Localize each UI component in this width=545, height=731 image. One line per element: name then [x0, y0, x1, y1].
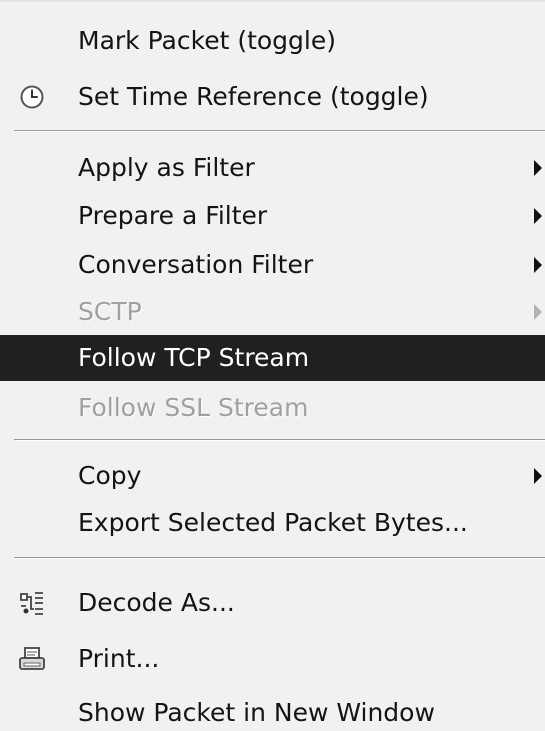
- menu-separator: [14, 439, 545, 441]
- menu-item-mark-packet[interactable]: Mark Packet (toggle): [0, 18, 545, 64]
- menu-item-prepare-a-filter[interactable]: Prepare a Filter: [0, 193, 545, 239]
- submenu-arrow-icon: [534, 257, 542, 273]
- clock-icon: [20, 85, 44, 109]
- menu-item-label: Copy: [78, 461, 142, 490]
- menu-item-conversation-filter[interactable]: Conversation Filter: [0, 242, 545, 288]
- submenu-arrow-icon: [534, 304, 542, 320]
- menu-item-label: Export Selected Packet Bytes...: [78, 508, 468, 537]
- menu-item-copy[interactable]: Copy: [0, 453, 545, 499]
- menu-item-set-time-reference[interactable]: Set Time Reference (toggle): [0, 74, 545, 120]
- menu-item-follow-tcp-stream[interactable]: Follow TCP Stream: [0, 335, 545, 381]
- menu-item-sctp: SCTP: [0, 289, 545, 335]
- menu-item-label: Decode As...: [78, 588, 235, 617]
- menu-item-follow-ssl-stream: Follow SSL Stream: [0, 385, 545, 431]
- menu-separator: [14, 130, 545, 132]
- printer-icon: [19, 647, 45, 670]
- menu-item-show-packet-in-new-window[interactable]: Show Packet in New Window: [0, 690, 545, 731]
- menu-separator: [14, 557, 545, 559]
- packet-context-menu: Mark Packet (toggle) Set Time Reference …: [0, 0, 545, 731]
- menu-item-label: Prepare a Filter: [78, 201, 268, 230]
- menu-item-decode-as[interactable]: Decode As...: [0, 580, 545, 626]
- submenu-arrow-icon: [534, 160, 542, 176]
- menu-item-label: Conversation Filter: [78, 250, 314, 279]
- menu-item-apply-as-filter[interactable]: Apply as Filter: [0, 145, 545, 191]
- menu-item-label: Mark Packet (toggle): [78, 26, 336, 55]
- menu-item-export-selected-packet-bytes[interactable]: Export Selected Packet Bytes...: [0, 500, 545, 546]
- decode-icon: [20, 592, 43, 615]
- menu-item-label: Show Packet in New Window: [78, 698, 435, 727]
- menu-item-label: Print...: [78, 644, 160, 673]
- menu-item-label: Set Time Reference (toggle): [78, 82, 429, 111]
- menu-item-label: Follow TCP Stream: [78, 343, 310, 372]
- menu-item-label: Follow SSL Stream: [78, 393, 309, 422]
- menu-item-label: Apply as Filter: [78, 153, 255, 182]
- submenu-arrow-icon: [534, 208, 542, 224]
- menu-item-print[interactable]: Print...: [0, 636, 545, 682]
- submenu-arrow-icon: [534, 468, 542, 484]
- menu-item-label: SCTP: [78, 297, 142, 326]
